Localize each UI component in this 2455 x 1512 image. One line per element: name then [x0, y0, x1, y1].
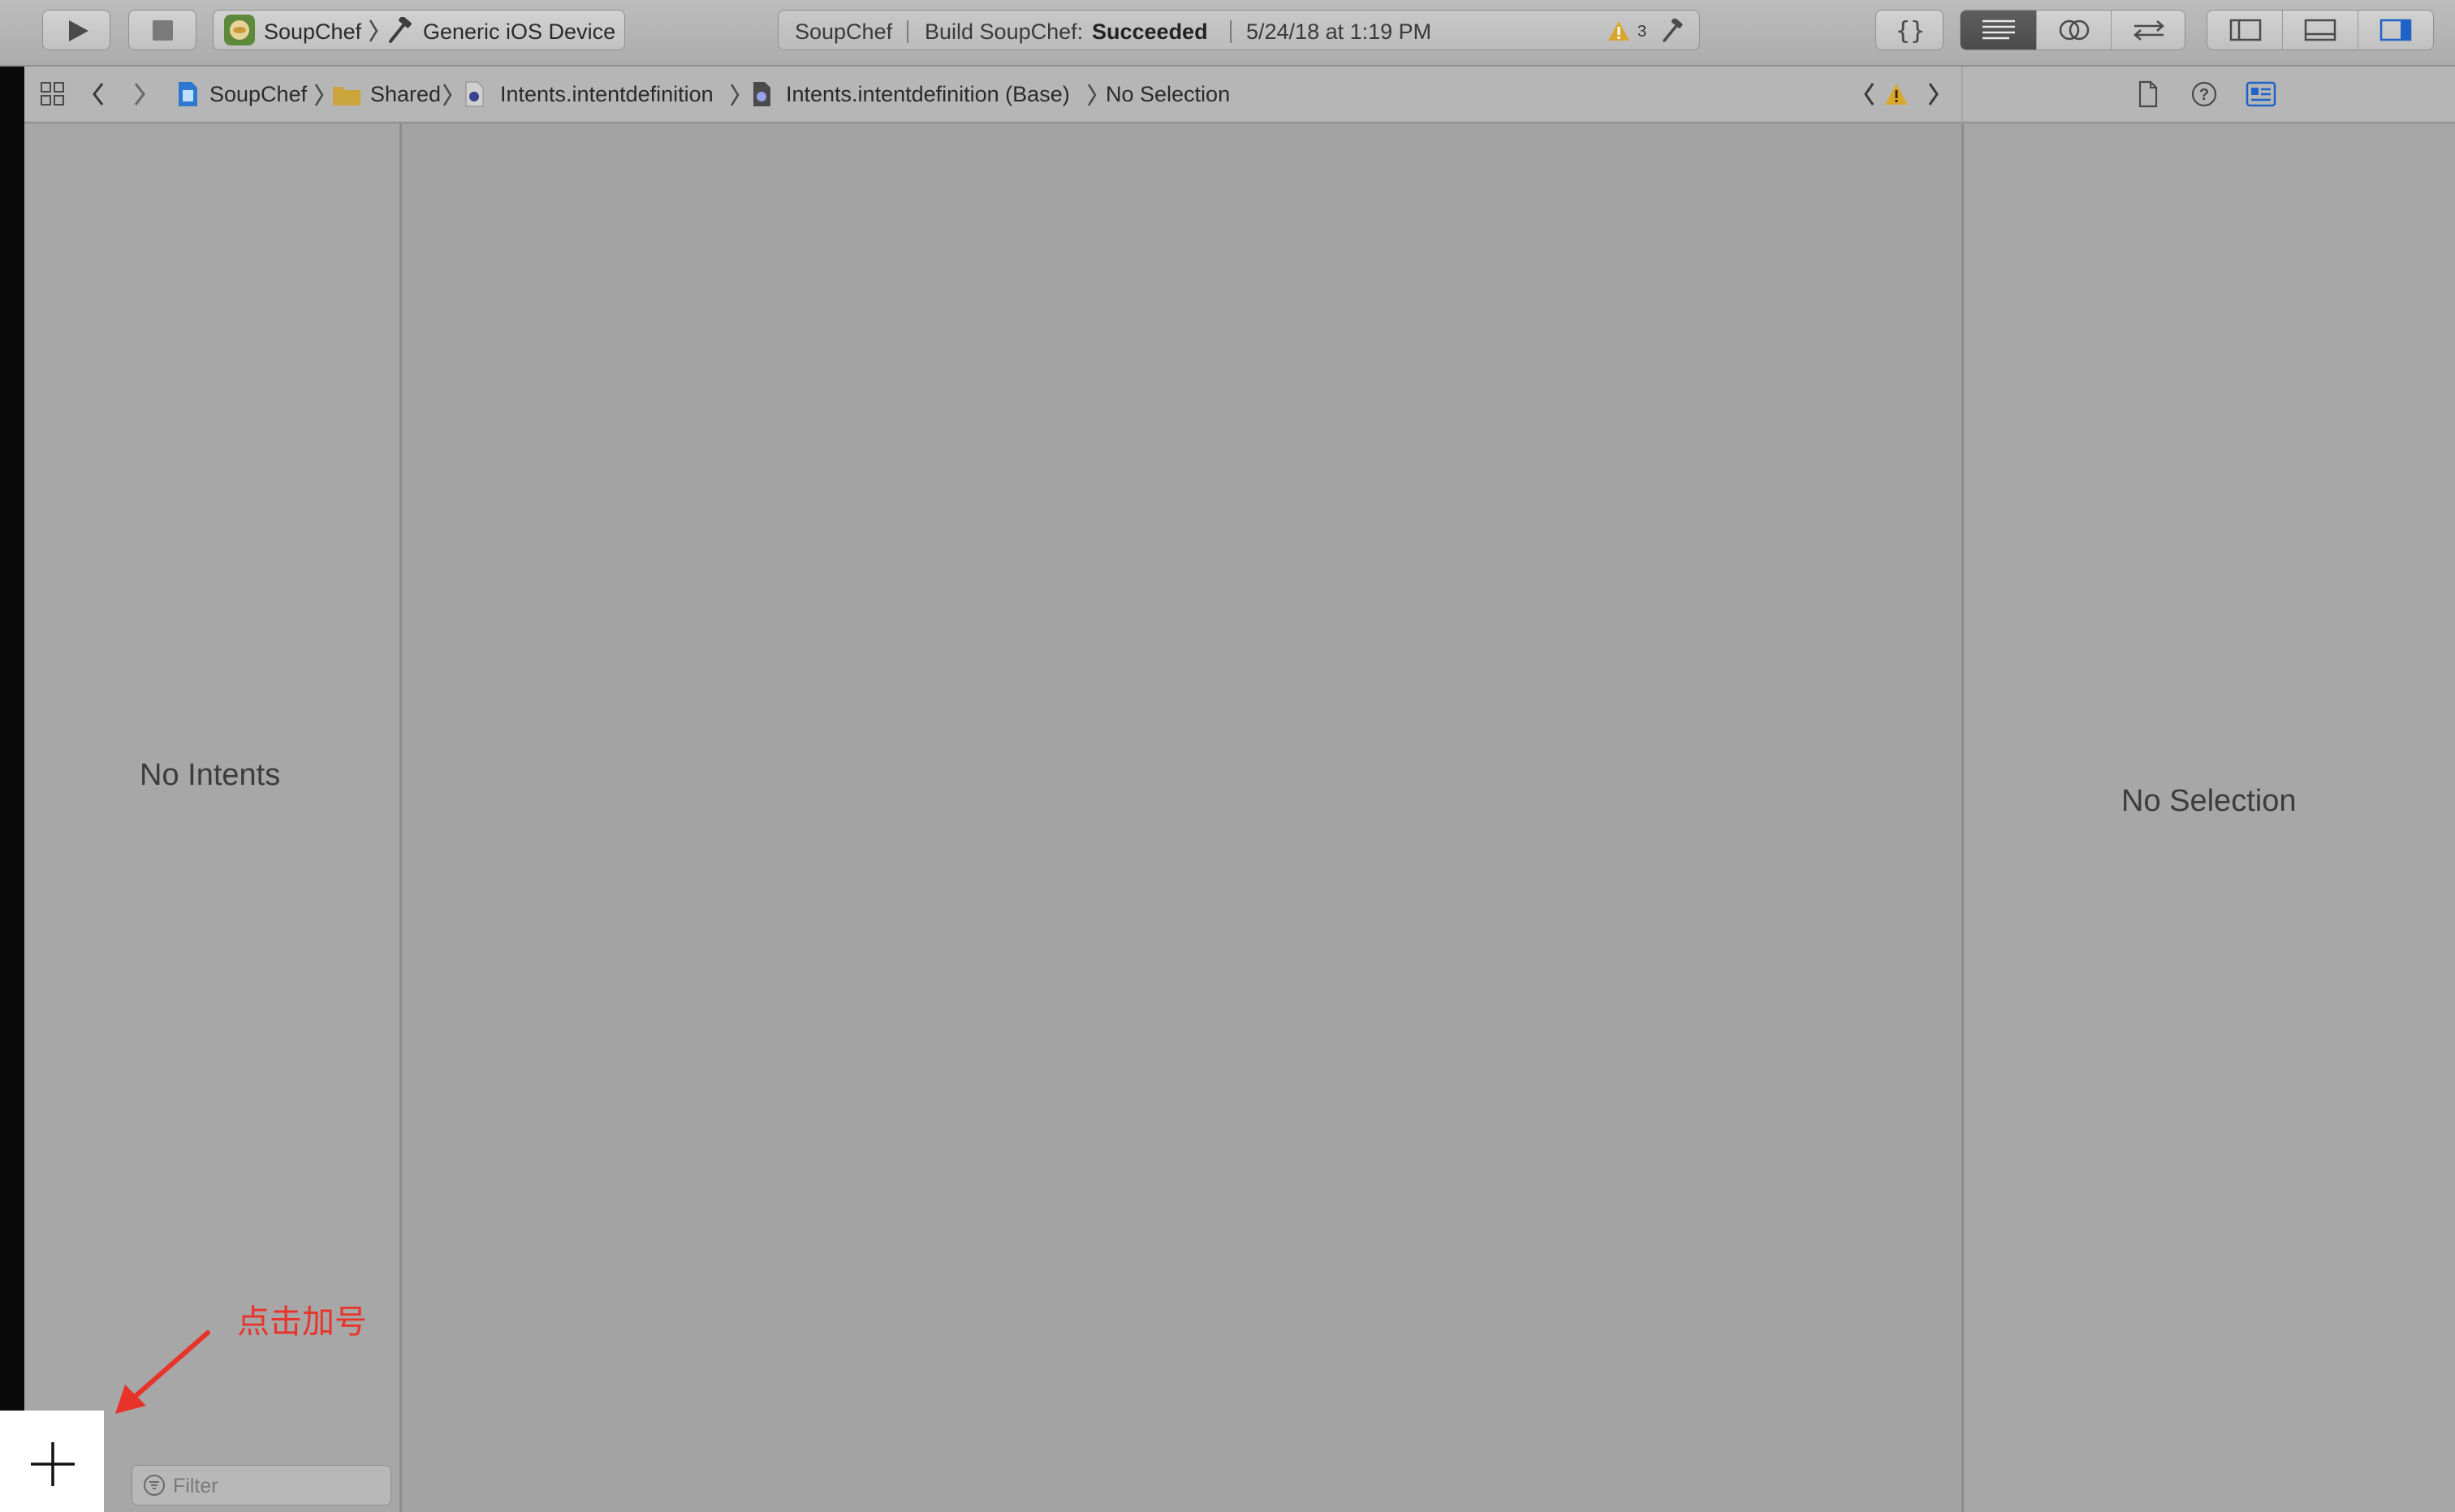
breadcrumb-project[interactable]: SoupChef	[209, 82, 307, 107]
breadcrumb-file[interactable]: Intents.intentdefinition	[500, 82, 714, 107]
breadcrumb-group[interactable]: Shared	[370, 82, 441, 107]
stop-button[interactable]	[128, 10, 196, 50]
chevron-right-icon	[369, 19, 378, 42]
inspector-empty-message: No Selection	[2121, 784, 2297, 818]
version-editor-button[interactable]	[2112, 11, 2185, 50]
warning-triangle-icon[interactable]	[1883, 82, 1909, 106]
intent-list-empty-message: No Intents	[140, 758, 281, 792]
right-panel-icon	[2379, 19, 2412, 41]
hammer-icon	[1663, 19, 1683, 42]
chevron-right-icon	[730, 84, 740, 106]
standard-editor-button[interactable]	[1961, 11, 2037, 50]
forward-chevron-icon[interactable]	[130, 80, 149, 108]
play-icon	[69, 20, 88, 41]
attributes-inspector-icon[interactable]	[2246, 80, 2276, 108]
editor-mode-control	[1960, 10, 2185, 50]
toolbar: SoupChef Generic iOS Device SoupChef Bui…	[0, 0, 2455, 67]
scheme-selector[interactable]: SoupChef Generic iOS Device	[213, 10, 625, 50]
activity-viewer[interactable]: SoupChef Build SoupChef: Succeeded 5/24/…	[778, 10, 1700, 50]
folder-icon	[333, 87, 360, 106]
hammer-icon	[389, 17, 412, 43]
left-panel-icon	[2229, 19, 2262, 41]
navigator-toggle-button[interactable]	[2207, 11, 2283, 50]
project-icon	[179, 82, 197, 106]
plus-icon	[31, 1442, 75, 1486]
activity-timestamp: 5/24/18 at 1:19 PM	[1246, 19, 1432, 44]
interlocking-circles-icon	[2059, 19, 2090, 41]
related-items-icon[interactable]	[39, 80, 67, 108]
activity-status-result: Succeeded	[1092, 19, 1208, 44]
activity-separator	[1230, 20, 1232, 43]
filter-input[interactable]	[171, 1471, 386, 1501]
activity-separator	[907, 20, 908, 43]
next-issue-icon[interactable]	[1924, 80, 1942, 108]
annotation-arrow	[115, 1330, 210, 1414]
scheme-device-label: Generic iOS Device	[423, 19, 616, 44]
intent-file-icon	[465, 81, 484, 107]
panel-toggle-control	[2207, 10, 2434, 50]
intent-file-base-icon	[753, 82, 770, 106]
filter-field[interactable]	[132, 1465, 391, 1506]
scheme-app-label: SoupChef	[264, 19, 362, 44]
filter-icon	[144, 1475, 165, 1496]
chevron-right-icon	[442, 84, 452, 106]
activity-status-prefix: Build SoupChef:	[925, 19, 1084, 44]
previous-issue-icon[interactable]	[1861, 80, 1879, 108]
swap-arrows-icon	[2134, 20, 2164, 41]
library-button[interactable]: {}	[1875, 10, 1944, 50]
editor-area	[402, 123, 1961, 1512]
svg-text:{}: {}	[1896, 17, 1925, 45]
stop-icon	[153, 20, 173, 41]
activity-project: SoupChef	[795, 19, 893, 44]
inspector-toggle-button[interactable]	[2358, 11, 2433, 50]
text-lines-icon	[1983, 19, 2015, 40]
assistant-editor-button[interactable]	[2037, 11, 2112, 50]
inspector-panel: No Selection	[1961, 123, 2455, 1512]
breadcrumb-localization[interactable]: Intents.intentdefinition (Base)	[786, 82, 1070, 107]
braces-icon: {}	[1896, 17, 1925, 45]
annotation-label: 点击加号	[237, 1303, 367, 1341]
breadcrumb-selection[interactable]: No Selection	[1106, 82, 1230, 107]
svg-text:?: ?	[2199, 86, 2209, 104]
debug-area-toggle-button[interactable]	[2283, 11, 2358, 50]
chevron-right-icon	[1087, 84, 1097, 106]
inspector-tabs: ?	[1963, 67, 2455, 123]
app-icon	[224, 15, 255, 45]
file-inspector-icon[interactable]	[2137, 80, 2159, 108]
warning-count: 3	[1637, 23, 1647, 41]
chevron-right-icon	[314, 84, 324, 106]
jump-bar: SoupChef Shared Intents.intentdefinition…	[24, 67, 1961, 123]
window-edge	[0, 67, 24, 1512]
run-button[interactable]	[42, 10, 110, 50]
help-icon[interactable]: ?	[2190, 80, 2218, 108]
bottom-panel-icon	[2304, 19, 2336, 41]
add-intent-button[interactable]	[0, 1411, 104, 1512]
back-chevron-icon[interactable]	[89, 80, 109, 108]
warning-triangle-icon[interactable]	[1607, 19, 1631, 42]
